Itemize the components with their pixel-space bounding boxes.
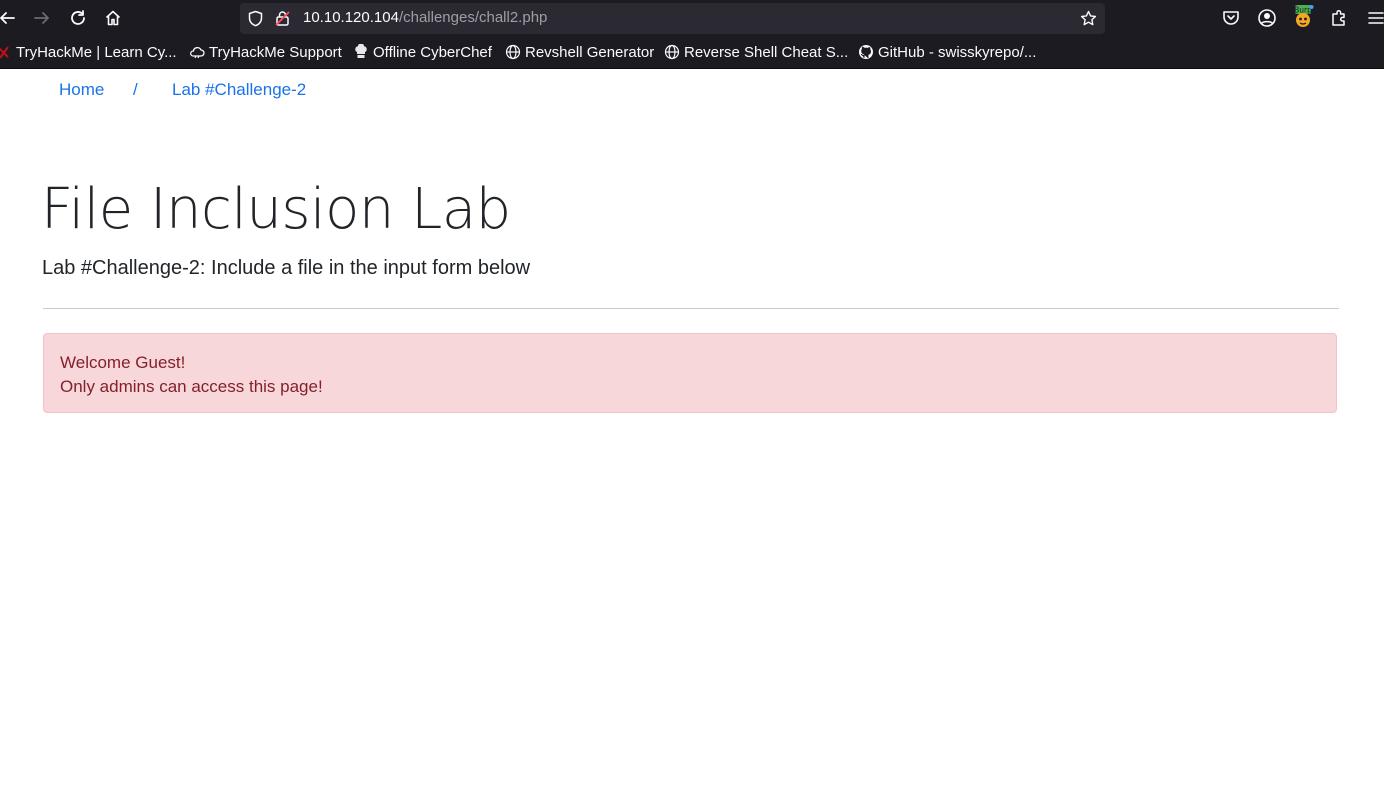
burp-extension-icon[interactable]: Burp: [1293, 5, 1315, 29]
url-text[interactable]: 10.10.120.104/challenges/chall2.php: [303, 9, 547, 26]
home-button[interactable]: [103, 8, 123, 28]
home-icon: [105, 10, 121, 26]
url-bar[interactable]: 10.10.120.104/challenges/chall2.php: [240, 3, 1105, 34]
reload-button[interactable]: [68, 8, 88, 28]
globe-icon: [664, 44, 680, 60]
insecure-lock-icon[interactable]: [274, 10, 291, 27]
arrow-right-icon: [34, 12, 49, 24]
bookmark-github-swisskyrepo[interactable]: GitHub - swisskyrepo/...: [858, 43, 1036, 61]
pocket-icon[interactable]: [1221, 8, 1241, 28]
bookmark-label: GitHub - swisskyrepo/...: [878, 43, 1037, 61]
bookmark-tryhackme[interactable]: TryHackMe | Learn Cy...: [0, 43, 177, 61]
hamburger-menu-icon[interactable]: [1366, 8, 1384, 28]
alert-welcome-text: Welcome Guest!: [60, 353, 186, 372]
breadcrumb-current-link[interactable]: Lab #Challenge-2: [172, 80, 306, 100]
extensions-puzzle-icon[interactable]: [1329, 8, 1349, 28]
forward-button[interactable]: [32, 8, 52, 28]
page-title: File Inclusion Lab: [41, 177, 511, 242]
bookmark-tryhackme-support[interactable]: TryHackMe Support: [189, 43, 342, 61]
bookmark-star-icon[interactable]: [1080, 10, 1097, 27]
url-path: /challenges/chall2.php: [398, 9, 548, 26]
access-denied-alert: Welcome Guest! Only admins can access th…: [43, 333, 1337, 413]
bookmark-reverse-shell-cheat-sheet[interactable]: Reverse Shell Cheat S...: [664, 43, 848, 61]
account-icon[interactable]: [1257, 8, 1277, 28]
alert-admin-text: Only admins can access this page!: [60, 377, 323, 396]
breadcrumb-separator: /: [133, 80, 138, 99]
bookmark-revshell-generator[interactable]: Revshell Generator: [505, 43, 654, 61]
url-host: 10.10.120.104: [303, 9, 399, 26]
cloud-icon: [190, 46, 205, 59]
browser-toolbar: 10.10.120.104/challenges/chall2.php Burp: [0, 0, 1384, 36]
arrow-left-icon: [0, 12, 15, 24]
divider: [43, 308, 1339, 309]
bookmark-label: TryHackMe Support: [209, 43, 342, 61]
page-content: Home / Lab #Challenge-2 File Inclusion L…: [0, 69, 1384, 794]
tryhackme-icon: [0, 46, 9, 59]
bookmark-label: Reverse Shell Cheat S...: [684, 43, 849, 61]
bookmarks-bar: TryHackMe | Learn Cy... TryHackMe Suppor…: [0, 36, 1384, 69]
breadcrumb-home-link[interactable]: Home: [59, 80, 104, 100]
bookmark-label: Offline CyberChef: [373, 43, 492, 61]
back-button[interactable]: [0, 8, 17, 28]
chef-hat-icon: [355, 44, 367, 58]
shield-icon[interactable]: [247, 10, 264, 27]
bookmark-offline-cyberchef[interactable]: Offline CyberChef: [353, 43, 492, 61]
github-icon: [859, 45, 873, 59]
page-lead: Lab #Challenge-2: Include a file in the …: [42, 257, 531, 279]
reload-icon: [71, 10, 85, 25]
globe-icon: [505, 44, 521, 60]
bookmark-label: Revshell Generator: [525, 43, 655, 61]
bookmark-label: TryHackMe | Learn Cy...: [16, 43, 177, 61]
